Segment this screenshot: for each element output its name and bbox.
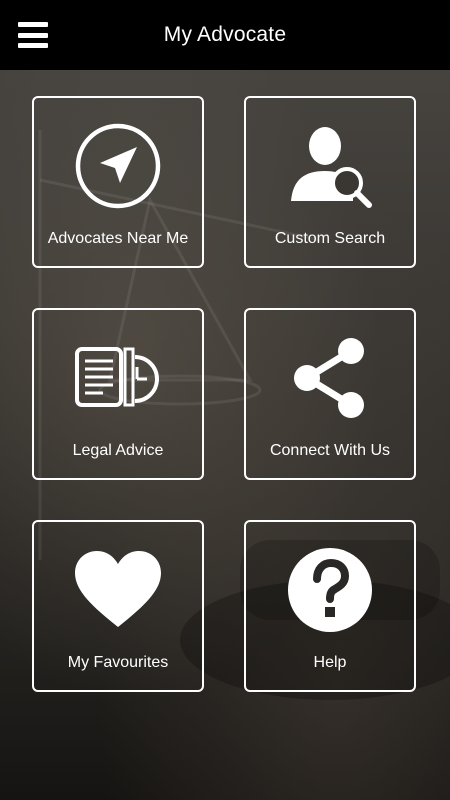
document-clock-icon — [34, 310, 202, 445]
legal-advice-tile[interactable]: Legal Advice — [32, 308, 204, 480]
tile-label: Advocates Near Me — [47, 230, 189, 247]
menu-bar — [18, 32, 48, 38]
tile-label: My Favourites — [67, 654, 169, 671]
page-title: My Advocate — [163, 23, 287, 46]
heart-icon — [34, 522, 202, 657]
tile-label: Help — [313, 654, 347, 671]
help-tile[interactable]: Help — [244, 520, 416, 692]
tile-label: Connect With Us — [269, 442, 391, 459]
advocates-near-me-tile[interactable]: Advocates Near Me — [32, 96, 204, 268]
menu-bar — [18, 43, 48, 48]
navigation-arrow-icon — [34, 98, 202, 233]
custom-search-tile[interactable]: Custom Search — [244, 96, 416, 268]
user-search-icon — [246, 98, 414, 233]
connect-with-us-tile[interactable]: Connect With Us — [244, 308, 416, 480]
question-icon — [246, 522, 414, 657]
app-header: My Advocate — [0, 0, 450, 70]
tile-label: Custom Search — [274, 230, 386, 247]
share-icon — [246, 310, 414, 445]
tile-label: Legal Advice — [72, 442, 164, 459]
hamburger-menu-button[interactable] — [18, 22, 48, 48]
my-favourites-tile[interactable]: My Favourites — [32, 520, 204, 692]
menu-bar — [18, 22, 48, 27]
